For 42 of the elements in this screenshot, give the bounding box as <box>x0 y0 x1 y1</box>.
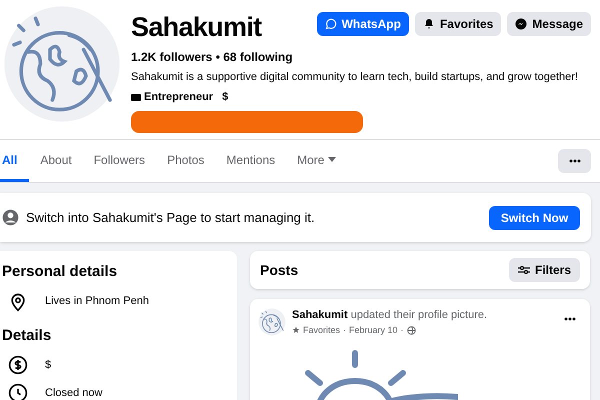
switch-page-message: Switch into Sahakumit's Page to start managing it. <box>26 208 315 227</box>
caret-icon <box>328 156 336 162</box>
ellipsis-icon <box>568 159 580 163</box>
message-button[interactable]: Message <box>507 12 591 36</box>
audience-label: Favorites <box>303 324 340 336</box>
switch-now-button[interactable]: Switch Now <box>489 206 580 230</box>
page-bio: Sahakumit is a supportive digital community to learn tech, build startups, and grow together! <box>131 70 579 85</box>
follower-stats: 1.2K followers • 68 following <box>131 49 294 66</box>
profile-tab[interactable]: More <box>286 140 348 182</box>
posts-title: Posts <box>260 260 298 280</box>
clock-icon <box>8 383 28 400</box>
separator-dot: · <box>343 324 346 336</box>
post-date: February 10 <box>349 324 398 337</box>
filters-button[interactable]: Filters <box>508 258 580 282</box>
category-label: Entrepreneur <box>144 90 214 104</box>
profile-tab[interactable]: All <box>0 140 30 182</box>
dollar-circle-icon <box>8 355 28 375</box>
favorites-button[interactable]: Favorites <box>414 12 502 36</box>
detail-text: $ <box>45 358 52 373</box>
profile-name: Sahakumit <box>131 12 262 42</box>
briefcase-icon <box>131 92 141 101</box>
profile-tab[interactable]: About <box>29 140 83 182</box>
profile-tab[interactable]: Mentions <box>215 140 286 182</box>
profile-tab[interactable]: Followers <box>82 140 156 182</box>
author-avatar <box>258 308 286 336</box>
post-headline: Sahakumit updated their profile picture. <box>292 308 488 323</box>
bell-icon <box>422 18 435 30</box>
chat-bubble-icon <box>324 18 337 30</box>
messenger-icon <box>515 18 528 30</box>
whatsapp-button[interactable]: WhatsApp <box>316 12 409 36</box>
detail-text: Lives in Phnom Penh <box>45 294 149 310</box>
star-icon <box>292 326 300 334</box>
profile-tab[interactable]: Photos <box>156 140 216 182</box>
ellipsis-icon[interactable] <box>564 317 576 321</box>
more-options-button[interactable] <box>558 149 591 173</box>
globe-icon <box>406 326 416 335</box>
sliders-icon <box>518 265 530 275</box>
section-title: Personal details <box>2 262 118 282</box>
separator-dot: · <box>400 324 404 336</box>
section-title: Details <box>2 326 52 346</box>
detail-text: Closed now <box>45 386 102 400</box>
price-label: $ <box>222 90 228 104</box>
